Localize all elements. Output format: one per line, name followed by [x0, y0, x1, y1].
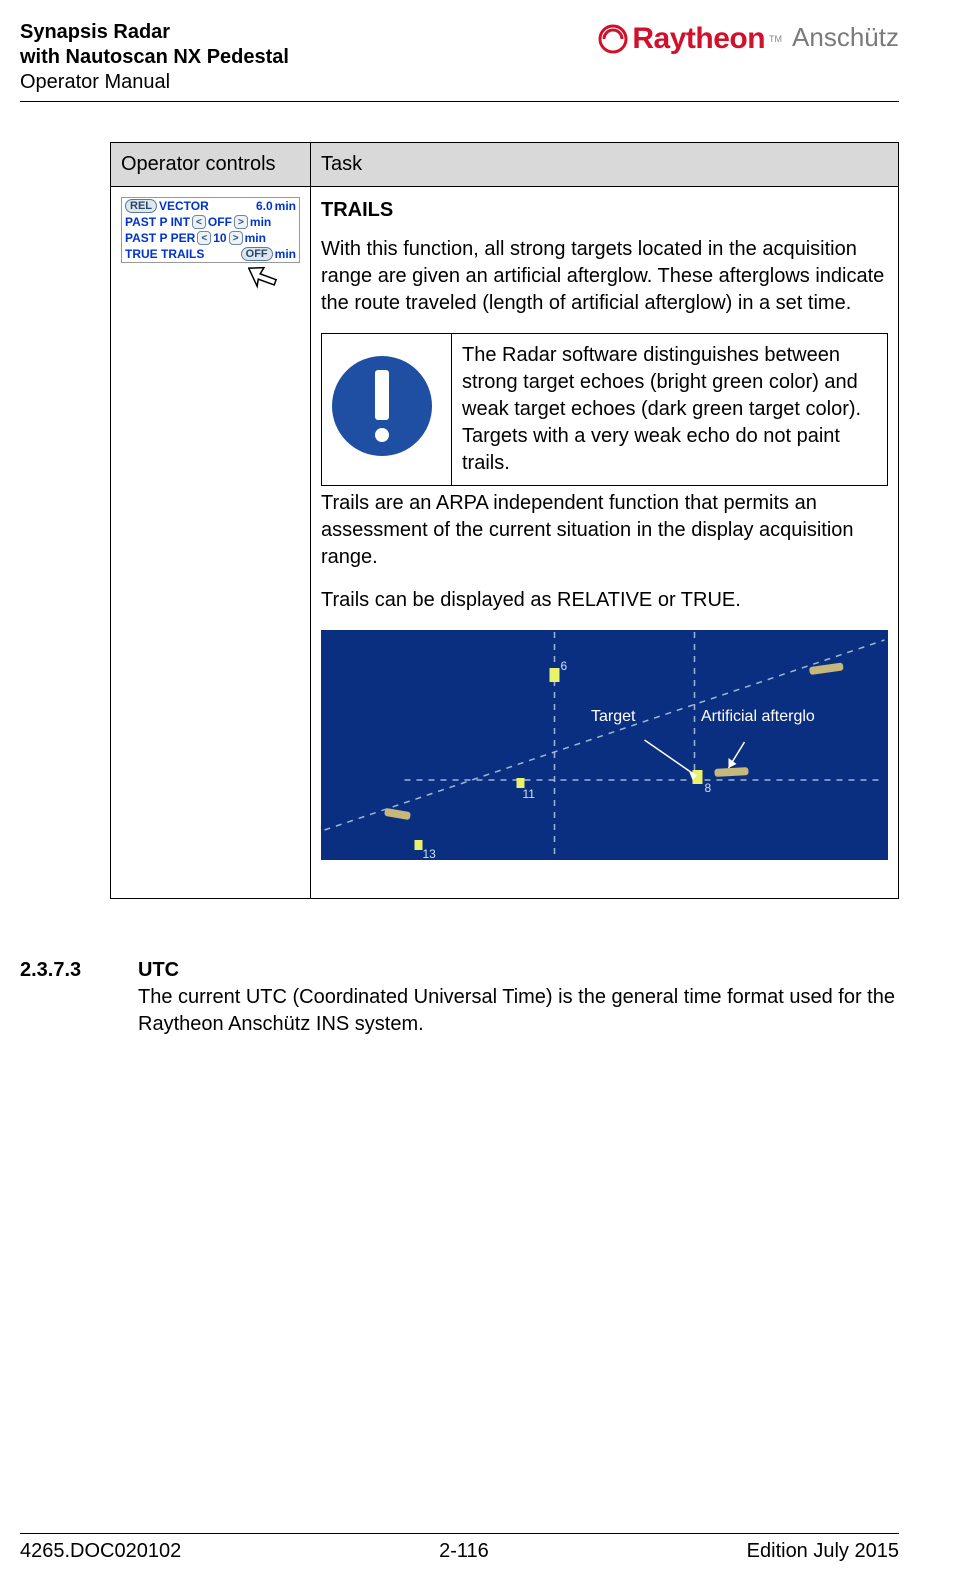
task-cell: TRAILS With this function, all strong ta… [311, 187, 899, 899]
main-table: Operator controls Task REL VECTOR 6.0 mi… [110, 142, 899, 899]
left-arrow-icon: < [197, 231, 211, 245]
section-body: UTC The current UTC (Coordinated Univers… [138, 959, 899, 1038]
col-header-task: Task [311, 143, 899, 187]
footer-rule [20, 1533, 899, 1534]
right-arrow-icon: > [229, 231, 243, 245]
task-p1: With this function, all strong targets l… [321, 236, 888, 317]
footer-right: Edition July 2015 [747, 1540, 899, 1563]
doc-title-line2: with Nautoscan NX Pedestal [20, 45, 289, 70]
radar-num-11: 11 [523, 787, 536, 801]
logo: Raytheon TM Anschütz [598, 22, 899, 56]
vector-value: 6.0 [256, 199, 273, 213]
anschutz-text: Anschütz [792, 22, 899, 53]
raytheon-text: Raytheon [632, 22, 765, 56]
footer-left: 4265.DOC020102 [20, 1540, 181, 1563]
section-title: UTC [138, 959, 899, 982]
task-title: TRAILS [321, 197, 888, 224]
radar-label-target: Target [591, 708, 635, 726]
col-header-operator: Operator controls [111, 143, 311, 187]
radar-num-6: 6 [561, 659, 568, 673]
pastpint-value: OFF [208, 215, 232, 229]
cursor-icon [248, 259, 294, 305]
vector-unit: min [275, 199, 296, 213]
content-area: Operator controls Task REL VECTOR 6.0 mi… [20, 142, 899, 899]
pastpint-label: PAST P INT [125, 215, 190, 229]
trademark-icon: TM [769, 34, 782, 44]
operator-panel: REL VECTOR 6.0 min PAST P INT < OFF > mi… [121, 197, 300, 263]
truetrails-unit: min [275, 247, 296, 261]
vector-label: VECTOR [159, 199, 209, 213]
right-arrow-icon: > [234, 215, 248, 229]
info-text: The Radar software distinguishes between… [452, 334, 888, 486]
page-footer: 4265.DOC020102 2-116 Edition July 2015 [20, 1533, 899, 1563]
section-2-3-7-3: 2.3.7.3 UTC The current UTC (Coordinated… [20, 959, 899, 1038]
pastpper-label: PAST P PER [125, 231, 195, 245]
op-row-pastpint: PAST P INT < OFF > min [122, 214, 299, 230]
section-number: 2.3.7.3 [20, 959, 110, 1038]
raytheon-logo: Raytheon TM [598, 22, 782, 56]
radar-label-afterglow: Artificial afterglo [701, 708, 815, 726]
pastpper-value: 10 [213, 231, 226, 245]
rel-pill: REL [125, 199, 157, 213]
attention-icon [332, 356, 432, 456]
task-p3: Trails can be displayed as RELATIVE or T… [321, 587, 888, 614]
radar-figure: 6 8 11 13 Target Artificial afterglo [321, 630, 888, 860]
task-p2: Trails are an ARPA independent function … [321, 490, 888, 571]
op-row-vector: REL VECTOR 6.0 min [122, 198, 299, 214]
header-rule [20, 101, 899, 102]
info-box: The Radar software distinguishes between… [321, 333, 888, 486]
operator-cell: REL VECTOR 6.0 min PAST P INT < OFF > mi… [111, 187, 311, 899]
left-arrow-icon: < [192, 215, 206, 229]
radar-num-8: 8 [705, 781, 712, 795]
info-icon-cell [322, 334, 452, 486]
doc-title-line3: Operator Manual [20, 70, 289, 95]
op-row-pastpper: PAST P PER < 10 > min [122, 230, 299, 246]
pastpper-unit: min [245, 231, 266, 245]
radar-num-13: 13 [423, 847, 437, 860]
truetrails-value: OFF [241, 247, 273, 261]
truetrails-label: TRUE TRAILS [125, 247, 204, 261]
section-text: The current UTC (Coordinated Universal T… [138, 984, 899, 1038]
page-header: Synapsis Radar with Nautoscan NX Pedesta… [20, 20, 899, 95]
radar-figure-svg: 6 8 11 13 [321, 630, 888, 860]
pastpint-unit: min [250, 215, 271, 229]
header-left: Synapsis Radar with Nautoscan NX Pedesta… [20, 20, 289, 95]
raytheon-swirl-icon [598, 24, 628, 54]
doc-title-line1: Synapsis Radar [20, 20, 289, 45]
footer-center: 2-116 [439, 1540, 489, 1563]
